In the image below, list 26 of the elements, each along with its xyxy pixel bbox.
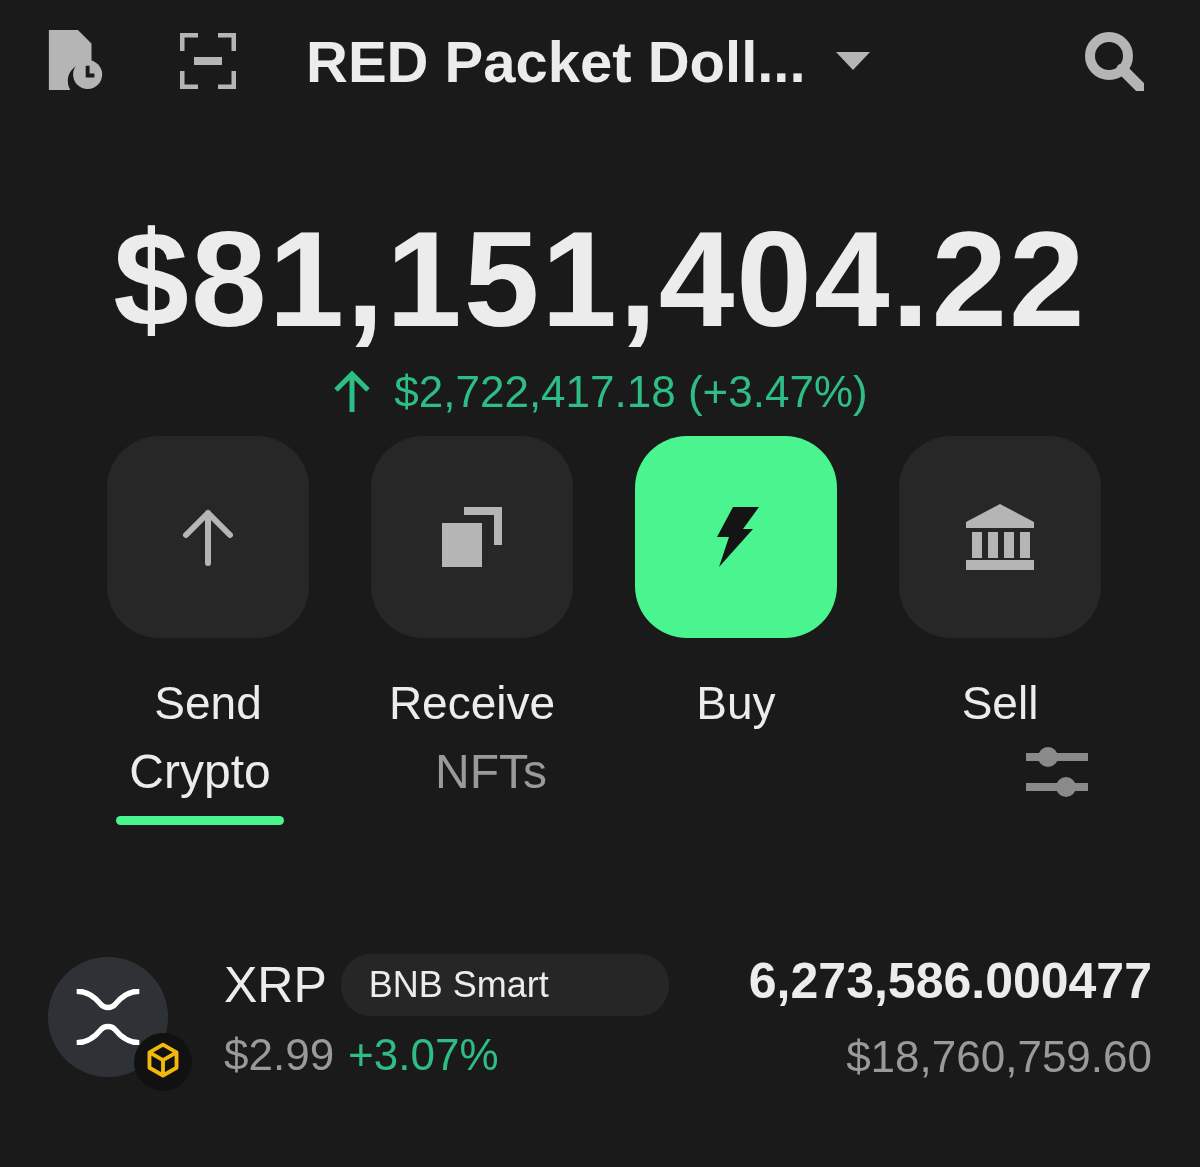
copy-icon xyxy=(442,507,502,567)
history-icon[interactable] xyxy=(48,30,104,92)
token-value: $18,760,759.60 xyxy=(846,1032,1152,1082)
total-balance: $81,151,404.22 xyxy=(113,204,1087,354)
token-price: $2.99 xyxy=(224,1030,335,1080)
action-label: Buy xyxy=(696,676,776,730)
bank-icon xyxy=(966,504,1034,570)
cube-icon xyxy=(134,1033,192,1091)
scan-icon[interactable] xyxy=(180,33,236,89)
network-tag: BNB Smart xyxy=(340,954,669,1016)
balance-change: $2,722,417.18 (+3.47%) xyxy=(394,367,868,417)
sliders-icon[interactable] xyxy=(1026,747,1088,797)
caret-icon xyxy=(835,52,870,70)
sell-button[interactable] xyxy=(899,436,1101,638)
action-label: Send xyxy=(154,676,262,730)
action-label: Receive xyxy=(388,676,556,730)
tab[interactable]: NFTs xyxy=(435,742,547,802)
token-symbol: XRP xyxy=(224,956,327,1014)
search-icon[interactable] xyxy=(1084,31,1144,91)
receive-button[interactable] xyxy=(371,436,573,638)
token-amount: 6,273,586.000477 xyxy=(748,952,1152,1010)
tab[interactable]: Crypto xyxy=(129,742,271,802)
wallet-selector[interactable]: RED Packet Doll... xyxy=(306,27,870,95)
buy-button[interactable] xyxy=(635,436,837,638)
price-change: +3.07% xyxy=(348,1030,499,1080)
action-label: Sell xyxy=(961,676,1039,730)
